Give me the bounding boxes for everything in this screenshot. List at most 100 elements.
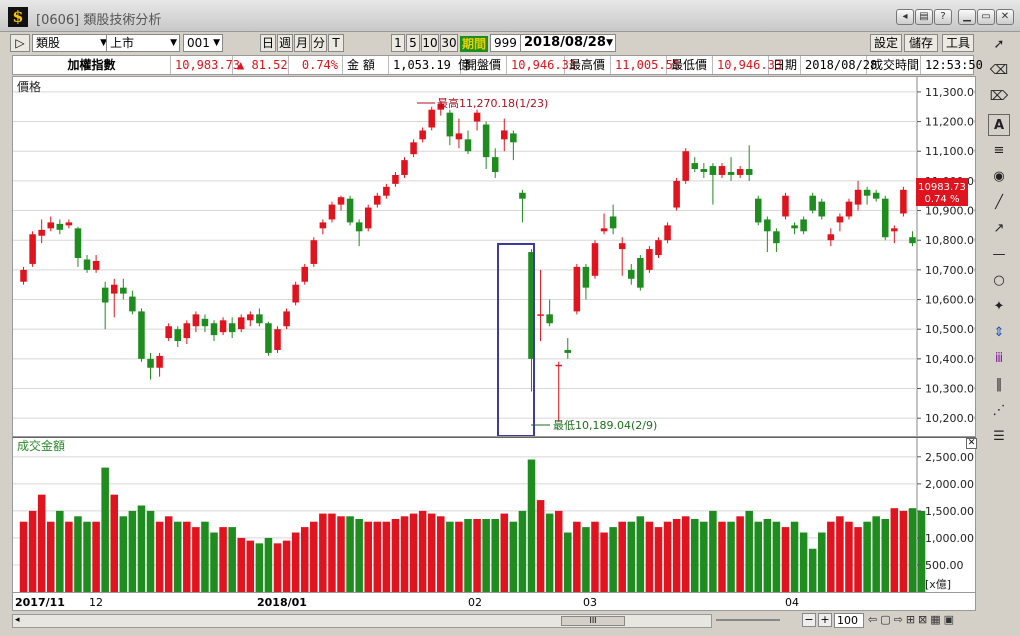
- candle-body: [219, 320, 227, 333]
- volume-bar: [500, 513, 509, 592]
- help-icon[interactable]: ?: [934, 9, 952, 25]
- price-tick-label: 10,300.00: [925, 383, 975, 396]
- volume-chart-panel[interactable]: 500.00 1,000.00 1,500.00 2,000.00 2,500.00 成…: [12, 437, 977, 593]
- candle-body: [65, 222, 73, 226]
- candle-body: [428, 109, 435, 128]
- candle-body: [228, 323, 236, 333]
- period-week-button[interactable]: 週: [277, 34, 293, 52]
- eraser-icon[interactable]: ⌫: [988, 60, 1010, 82]
- horizontal-scrollbar[interactable]: ◂ III: [12, 614, 712, 628]
- fan-lines-icon[interactable]: ⋰: [988, 400, 1010, 422]
- candle-body: [383, 186, 390, 196]
- volume-bar: [564, 532, 572, 592]
- bottom-bar: ◂ III − + 100 ⇦▢⇨⊞⊠▦▣: [12, 611, 976, 631]
- close-button[interactable]: ✕: [996, 9, 1014, 25]
- volume-bar: [446, 521, 454, 592]
- price-chart-panel[interactable]: 10,200.00 10,300.00 10,400.00 10,500.00 10,6…: [12, 76, 976, 437]
- period-minute-button[interactable]: 分: [311, 34, 327, 52]
- settings-button[interactable]: 設定: [870, 34, 902, 52]
- candle-body: [773, 231, 780, 244]
- candle-body: [673, 180, 680, 208]
- erase-all-icon[interactable]: ⌦: [988, 86, 1010, 108]
- volume-bar: [473, 519, 481, 592]
- scroll-thumb[interactable]: III: [561, 616, 625, 626]
- date-picker-value: 2018/08/28: [524, 35, 606, 50]
- volume-bar: [201, 521, 209, 592]
- point-tool-icon[interactable]: ✦: [988, 296, 1010, 318]
- current-price-tag-pct: 0.74 %: [925, 194, 960, 205]
- candle-body: [464, 139, 472, 152]
- minimize-button[interactable]: ▁: [958, 9, 976, 25]
- text-align-icon[interactable]: ☰: [988, 426, 1010, 448]
- candle-body: [564, 349, 572, 353]
- candle-body: [700, 169, 708, 172]
- volume-bar: [881, 519, 890, 592]
- period-day-button[interactable]: 日: [260, 34, 276, 52]
- navigation-icons[interactable]: ⇦▢⇨⊞⊠▦▣: [868, 613, 957, 626]
- maximize-button[interactable]: ▭: [977, 9, 995, 25]
- volume-bar: [255, 543, 264, 592]
- volume-bar: [46, 521, 55, 592]
- line-tool-icon[interactable]: ╱: [988, 192, 1010, 214]
- fibonacci-icon[interactable]: ⅲ: [988, 348, 1010, 370]
- save-button[interactable]: 儲存: [904, 34, 938, 52]
- volume-bar: [282, 540, 291, 592]
- volume-bar: [137, 505, 146, 592]
- market-select[interactable]: 上市 ▼: [106, 34, 180, 52]
- interval-5-button[interactable]: 5: [406, 34, 420, 52]
- zoom-out-button[interactable]: −: [802, 613, 816, 627]
- volume-bar: [246, 540, 255, 592]
- close-panel-icon[interactable]: ✕: [966, 438, 977, 449]
- interval-1-button[interactable]: 1: [391, 34, 405, 52]
- cursor-icon[interactable]: ➚: [988, 34, 1010, 56]
- measure-tool-icon[interactable]: ⇕: [988, 322, 1010, 344]
- candle-body: [827, 234, 835, 241]
- volume-bar: [455, 521, 463, 592]
- category-select[interactable]: 類股 ▼: [32, 34, 110, 52]
- chevron-down-icon: ▼: [606, 38, 613, 48]
- candle-body: [446, 112, 454, 137]
- candle-body: [401, 160, 408, 175]
- period-count-input[interactable]: 999: [490, 34, 522, 52]
- candle-body: [237, 317, 245, 330]
- candle-body: [247, 314, 254, 321]
- vertical-lines-icon[interactable]: ‖: [988, 374, 1010, 396]
- candle-body: [872, 192, 880, 199]
- index-price: 10,983.73: [171, 56, 240, 74]
- interval-10-button[interactable]: 10: [421, 34, 439, 52]
- volume-bar: [645, 521, 654, 592]
- volume-bar: [237, 537, 245, 592]
- candle-body: [809, 195, 816, 211]
- print-icon[interactable]: ▤: [915, 9, 933, 25]
- x-axis-label: 04: [785, 596, 799, 609]
- zoom-input[interactable]: 100: [834, 613, 864, 628]
- period-tick-button[interactable]: T: [328, 34, 344, 52]
- candle-body: [455, 133, 463, 140]
- candle-body: [147, 358, 154, 368]
- back-icon[interactable]: ◂: [896, 9, 914, 25]
- volume-bar: [790, 521, 799, 592]
- volume-bar: [28, 510, 37, 592]
- circle-tool-icon[interactable]: ○: [988, 270, 1010, 292]
- candle-body: [120, 287, 127, 294]
- zoom-slider[interactable]: [716, 619, 780, 621]
- candle-body: [283, 311, 290, 327]
- text-tool-icon[interactable]: A: [988, 114, 1010, 136]
- code-select[interactable]: 001 ▼: [183, 34, 223, 52]
- date-picker[interactable]: 2018/08/28 ▼: [520, 34, 616, 52]
- play-button[interactable]: ▷: [10, 34, 30, 52]
- candle-body: [473, 112, 481, 122]
- lines-icon[interactable]: ≡: [988, 140, 1010, 162]
- low-annotation: 最低10,189.04(2/9): [553, 419, 657, 432]
- candle-body: [110, 284, 118, 294]
- zoom-in-button[interactable]: +: [818, 613, 832, 627]
- tools-button[interactable]: 工具: [942, 34, 974, 52]
- interval-30-button[interactable]: 30: [440, 34, 458, 52]
- scroll-left-icon[interactable]: ◂: [15, 615, 20, 625]
- arrow-tool-icon[interactable]: ↗: [988, 218, 1010, 240]
- period-month-button[interactable]: 月: [294, 34, 310, 52]
- volume-bar: [482, 519, 490, 592]
- candle-body: [174, 329, 182, 342]
- horizontal-line-icon[interactable]: —: [988, 244, 1010, 266]
- color-palette-icon[interactable]: ◉: [988, 166, 1010, 188]
